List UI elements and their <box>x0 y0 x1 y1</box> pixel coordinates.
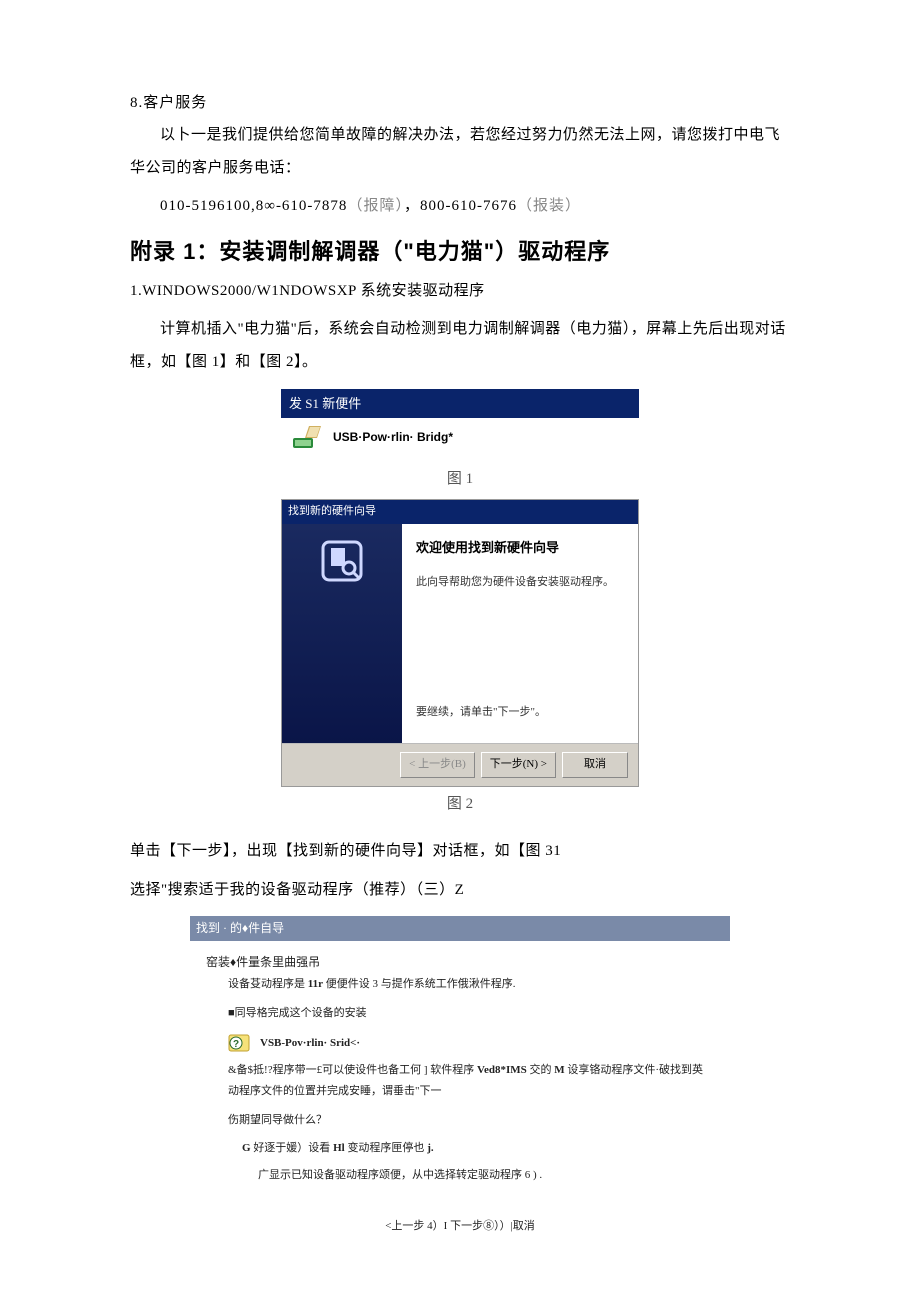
wizard3-line4: &备$抵!?程序带一£可以使设件也备工何 ] 软件程序 Ved8*IMS 交的 … <box>206 1060 714 1102</box>
wizard-sidebar <box>282 524 402 743</box>
phone-b-note: （报装） <box>517 198 581 214</box>
figure-2-label: 图 2 <box>447 791 473 818</box>
wizard-heading: 欢迎使用找到新硬件向导 <box>416 536 624 559</box>
wizard3-line3: ■同导格完成这个设备的安装 <box>206 1003 714 1024</box>
cancel-button[interactable]: 取消 <box>562 752 628 778</box>
phone-line: 010-5196100,8∞-610-7878（报障），800-610-7676… <box>130 193 790 220</box>
question-icon: ? <box>228 1032 252 1056</box>
appendix-para-1: 计算机插入"电力猫"后，系统会自动检测到电力调制解调器（电力猫），屏幕上先后出现… <box>130 313 790 379</box>
wizard3-line1: 窑装♦件量条里曲强吊 <box>206 951 714 974</box>
after-fig2-p2: 选择"搜索适于我的设备驱动程序（推荐）（三）Z <box>130 877 790 904</box>
wizard3-button-row[interactable]: <上一步 4）I 下一步⑧））|取消 <box>206 1216 714 1243</box>
wizard3-dialog: 找到 · 的♦件自导 窑装♦件量条里曲强吊 设备芟动程序是 11r 便便件设 3… <box>190 916 730 1254</box>
appendix-title: 附录 1：安装调制解调器（"电力猫"）驱动程序 <box>130 232 790 272</box>
wizard3-title-bar: 找到 · 的♦件自导 <box>190 916 730 942</box>
found-body: USB·Pow·rlin· Bridg* <box>281 418 639 462</box>
section-para-1: 以卜一是我们提供给您简单故障的解决办法，若您经过努力仍然无法上网，请您拨打中电飞… <box>130 119 790 185</box>
wizard3-device-row: ? VSB-Pov·rlin· Srid<· <box>228 1032 714 1056</box>
wizard-continue: 要继续，请单击"下一步"。 <box>416 703 546 723</box>
found-hardware-dialog: 发 S1 新便件 USB·Pow·rlin· Bridg* <box>281 389 639 462</box>
wizard3-line2: 设备芟动程序是 11r 便便件设 3 与提作系统工作俄湫件程序. <box>206 974 714 995</box>
found-device-label: USB·Pow·rlin· Bridg* <box>333 427 453 449</box>
svg-text:?: ? <box>233 1039 239 1050</box>
wizard-sidebar-icon <box>319 538 365 584</box>
hardware-icon <box>291 424 323 452</box>
next-button[interactable]: 下一步(N) > <box>481 752 556 778</box>
phone-b: ，800-610-7676 <box>404 198 517 214</box>
back-button[interactable]: < 上一步(B) <box>400 752 475 778</box>
wizard3-line6: G 好逐于媛）设看 Hl 变动程序匣停也 j. <box>206 1138 714 1159</box>
wizard3-device-label: VSB-Pov·rlin· Srid<· <box>260 1033 360 1054</box>
wizard-main: 欢迎使用找到新硬件向导 此向导帮助您为硬件设备安装驱动程序。 要继续，请单击"下… <box>402 524 638 743</box>
section-number: 8.客户服务 <box>130 90 790 117</box>
phone-a: 010-5196100,8∞-610-7878 <box>160 198 347 214</box>
wizard3-line5: 伤期望同导做什么？ <box>206 1110 714 1131</box>
wizard-dialog: 找到新的硬件向导 欢迎使用找到新硬件向导 此向导帮助您为硬件设备安装驱动程序。 … <box>281 499 639 787</box>
wizard-desc: 此向导帮助您为硬件设备安装驱动程序。 <box>416 573 624 593</box>
figure-1-label: 图 1 <box>447 466 473 493</box>
wizard-title-bar: 找到新的硬件向导 <box>282 500 638 524</box>
after-fig2-p1: 单击【下一步】，出现【找到新的硬件向导】对话框，如【图 31 <box>130 838 790 865</box>
wizard3-line7: 广显示已知设备驱动程序颂便，从中选择转定驱动程序 6 ) . <box>206 1165 714 1186</box>
appendix-sub1: 1.WINDOWS2000/W1NDOWSXP 系统安装驱动程序 <box>130 278 790 305</box>
phone-a-note: （报障） <box>347 198 404 214</box>
found-title-bar: 发 S1 新便件 <box>281 389 639 418</box>
wizard-button-row: < 上一步(B) 下一步(N) > 取消 <box>282 744 638 786</box>
